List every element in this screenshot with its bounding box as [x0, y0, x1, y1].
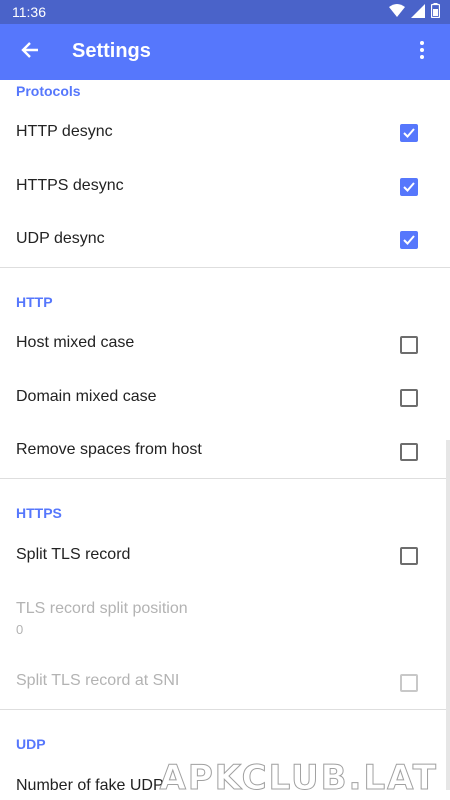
- split-tls-record-checkbox[interactable]: [400, 547, 418, 565]
- status-time: 11:36: [12, 4, 46, 20]
- status-bar: 11:36: [0, 0, 450, 24]
- pref-label: Number of fake UDP: [16, 777, 164, 794]
- overflow-menu-icon: [419, 40, 425, 65]
- pref-http-desync[interactable]: HTTP desync: [0, 107, 450, 159]
- overflow-menu-button[interactable]: [402, 32, 442, 72]
- pref-label: TLS record split position: [16, 600, 188, 617]
- pref-host-mixed-case[interactable]: Host mixed case: [0, 318, 450, 370]
- pref-summary: 0: [16, 622, 24, 637]
- watermark: APKCLUB.LAT: [159, 758, 438, 799]
- host-mixed-case-checkbox[interactable]: [400, 336, 418, 354]
- pref-tls-record-split-position: TLS record split position 0: [0, 584, 450, 644]
- pref-label: UDP desync: [16, 230, 105, 247]
- category-udp: UDP: [16, 736, 46, 752]
- category-http: HTTP: [16, 294, 53, 310]
- battery-icon: [430, 3, 441, 21]
- pref-domain-mixed-case[interactable]: Domain mixed case: [0, 372, 450, 424]
- pref-split-tls-record[interactable]: Split TLS record: [0, 530, 450, 582]
- pref-split-tls-record-at-sni: Split TLS record at SNI: [0, 656, 450, 708]
- https-desync-checkbox[interactable]: [400, 178, 418, 196]
- category-https: HTTPS: [16, 505, 62, 521]
- status-icons: [389, 3, 441, 21]
- pref-label: Host mixed case: [16, 334, 135, 351]
- back-button[interactable]: [10, 32, 50, 72]
- pref-label: Remove spaces from host: [16, 441, 202, 458]
- udp-desync-checkbox[interactable]: [400, 231, 418, 249]
- pref-remove-spaces-from-host[interactable]: Remove spaces from host: [0, 425, 450, 477]
- scrollbar[interactable]: [446, 440, 450, 790]
- pref-label: Split TLS record: [16, 546, 131, 563]
- pref-label: Split TLS record at SNI: [16, 672, 180, 689]
- divider: [0, 709, 450, 710]
- category-protocols: Protocols: [16, 83, 81, 99]
- divider: [0, 478, 450, 479]
- app-bar: Settings: [0, 24, 450, 80]
- wifi-icon: [389, 3, 405, 21]
- split-tls-sni-checkbox: [400, 674, 418, 692]
- http-desync-checkbox[interactable]: [400, 124, 418, 142]
- pref-label: HTTPS desync: [16, 177, 124, 194]
- domain-mixed-case-checkbox[interactable]: [400, 389, 418, 407]
- pref-label: HTTP desync: [16, 123, 113, 140]
- page-title: Settings: [72, 40, 151, 62]
- remove-spaces-checkbox[interactable]: [400, 443, 418, 461]
- divider: [0, 267, 450, 268]
- pref-label: Domain mixed case: [16, 388, 157, 405]
- pref-https-desync[interactable]: HTTPS desync: [0, 161, 450, 213]
- signal-icon: [411, 3, 425, 21]
- settings-list[interactable]: Protocols HTTP desync HTTPS desync UDP d…: [0, 80, 450, 800]
- back-arrow-icon: [20, 40, 40, 65]
- pref-udp-desync[interactable]: UDP desync: [0, 214, 450, 266]
